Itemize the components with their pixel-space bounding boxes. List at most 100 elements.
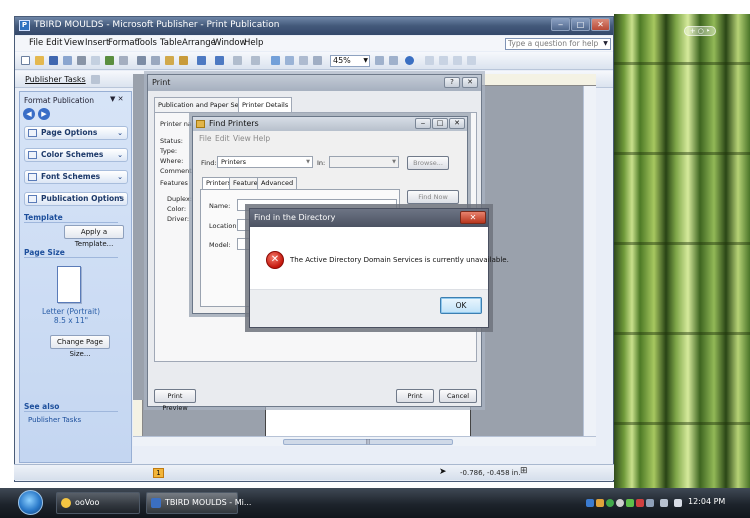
print-button[interactable]: Print	[396, 389, 434, 403]
minimize-button[interactable]: ‒	[415, 118, 431, 129]
apply-template-button[interactable]: Apply a Template...	[64, 225, 124, 248]
mail-icon[interactable]	[63, 56, 72, 65]
distribute-icon[interactable]	[453, 56, 462, 65]
menu-view[interactable]: View	[64, 38, 84, 49]
find-type-select[interactable]: Printers ▼	[217, 156, 313, 168]
columns-icon[interactable]	[299, 56, 308, 65]
menu-help[interactable]: Help	[253, 134, 270, 143]
toolbar-options-icon[interactable]	[425, 56, 434, 65]
maximize-button[interactable]: □	[571, 18, 590, 31]
chevron-down-icon[interactable]: ▼	[601, 39, 610, 49]
comment-label: Comment:	[160, 167, 195, 175]
sync-icon[interactable]	[616, 499, 624, 507]
update-icon[interactable]	[626, 499, 634, 507]
in-location-select[interactable]: ▼	[329, 156, 399, 168]
flag-icon[interactable]	[636, 499, 644, 507]
menu-file[interactable]: File	[199, 134, 212, 143]
format-painter-icon[interactable]	[179, 56, 188, 65]
section-font-schemes[interactable]: Font Schemes ⌄	[24, 170, 128, 184]
find-printers-titlebar[interactable]: Find Printers ‒ □ ✕	[193, 117, 467, 131]
menu-window[interactable]: Window	[213, 38, 247, 49]
menu-file[interactable]: File	[29, 38, 43, 49]
vertical-scrollbar[interactable]	[583, 86, 596, 436]
undo-icon[interactable]	[197, 56, 206, 65]
title-bar[interactable]: P TBIRD MOULDS - Microsoft Publisher - P…	[15, 17, 613, 35]
horizontal-scrollbar[interactable]: |||	[133, 436, 596, 446]
group-icon[interactable]	[467, 56, 476, 65]
see-also-label: See also	[24, 402, 60, 411]
start-button[interactable]	[18, 490, 43, 515]
error-dialog-titlebar[interactable]: Find in the Directory ✕	[250, 209, 488, 227]
zoom-out-icon[interactable]	[375, 56, 384, 65]
section-color-schemes[interactable]: Color Schemes ⌄	[24, 148, 128, 162]
insert-hyperlink-icon[interactable]	[271, 56, 280, 65]
help-icon[interactable]: ?	[444, 77, 460, 88]
find-now-button[interactable]: Find Now	[407, 190, 459, 204]
cut-icon[interactable]	[137, 56, 146, 65]
network-icon[interactable]	[586, 499, 594, 507]
minimize-button[interactable]: ‒	[551, 18, 570, 31]
open-icon[interactable]	[35, 56, 44, 65]
antivirus-icon[interactable]	[606, 499, 614, 507]
browse-button[interactable]: Browse...	[407, 156, 449, 170]
menu-edit[interactable]: Edit	[215, 134, 230, 143]
tab-printer-details[interactable]: Printer Details	[238, 97, 293, 113]
section-publication-options[interactable]: Publication Options ⌃	[24, 192, 128, 206]
tab-advanced[interactable]: Advanced	[257, 177, 298, 189]
power-icon[interactable]	[646, 499, 654, 507]
close-icon[interactable]: ✕	[462, 77, 478, 88]
picture-icon[interactable]	[285, 56, 294, 65]
paste-icon[interactable]	[165, 56, 174, 65]
align-icon[interactable]	[439, 56, 448, 65]
ok-button[interactable]: OK	[440, 297, 482, 314]
clock[interactable]: 12:04 PM	[688, 497, 725, 506]
menu-tools[interactable]: Tools	[136, 38, 157, 49]
section-page-options[interactable]: Page Options ⌄	[24, 126, 128, 140]
task-pane-controls[interactable]: ▼ ✕	[110, 95, 123, 103]
taskbar-button-oovoo[interactable]: ooVoo	[56, 492, 140, 514]
print-preview-icon[interactable]	[91, 56, 100, 65]
help-icon[interactable]	[405, 56, 414, 65]
zoom-in-icon[interactable]	[389, 56, 398, 65]
menu-edit[interactable]: Edit	[46, 38, 62, 49]
taskbar-button-publisher[interactable]: TBIRD MOULDS - Mi...	[146, 492, 251, 514]
desktop-gadget-control[interactable]: + ○ ‣	[684, 26, 716, 36]
menu-arrange[interactable]: Arrange	[182, 38, 216, 49]
page-size-thumbnail[interactable]	[57, 266, 81, 303]
print-preview-button[interactable]: Print Preview	[154, 389, 196, 412]
send-backward-icon[interactable]	[251, 56, 260, 65]
close-button[interactable]: ✕	[460, 211, 486, 224]
help-search-input[interactable]: Type a question for help ▼	[505, 38, 611, 50]
forward-icon[interactable]: ▶	[38, 108, 50, 120]
print-dialog-titlebar[interactable]: Print ? ✕	[148, 75, 481, 91]
pilcrow-icon[interactable]	[313, 56, 322, 65]
zoom-select[interactable]: 45% ▼	[330, 55, 370, 67]
copy-icon[interactable]	[151, 56, 160, 65]
menu-insert[interactable]: Insert	[85, 38, 109, 49]
menu-format[interactable]: Format	[108, 38, 138, 49]
research-icon[interactable]	[119, 56, 128, 65]
menu-table[interactable]: Table	[160, 38, 182, 49]
menu-view[interactable]: View	[233, 134, 251, 143]
maximize-button[interactable]: □	[432, 118, 448, 129]
print-icon[interactable]	[77, 56, 86, 65]
change-page-size-button[interactable]: Change Page Size...	[50, 335, 110, 358]
close-button[interactable]: ✕	[591, 18, 610, 31]
publisher-tasks-link[interactable]: Publisher Tasks	[28, 416, 81, 424]
publisher-tasks-button[interactable]: Publisher Tasks	[21, 73, 86, 86]
volume-icon[interactable]	[674, 499, 682, 507]
close-button[interactable]: ✕	[449, 118, 465, 129]
bring-forward-icon[interactable]	[233, 56, 242, 65]
back-icon[interactable]: ◀	[23, 108, 35, 120]
menu-help[interactable]: Help	[244, 38, 263, 49]
save-icon[interactable]	[49, 56, 58, 65]
wifi-icon[interactable]	[660, 499, 668, 507]
styles-icon[interactable]	[91, 75, 100, 84]
tray-app-icon[interactable]	[596, 499, 604, 507]
cancel-button[interactable]: Cancel	[439, 389, 477, 403]
page-navigation-button[interactable]: 1	[153, 468, 164, 478]
spelling-icon[interactable]	[105, 56, 114, 65]
scroll-thumb[interactable]: |||	[283, 439, 453, 445]
redo-icon[interactable]	[215, 56, 224, 65]
new-icon[interactable]	[21, 56, 30, 65]
